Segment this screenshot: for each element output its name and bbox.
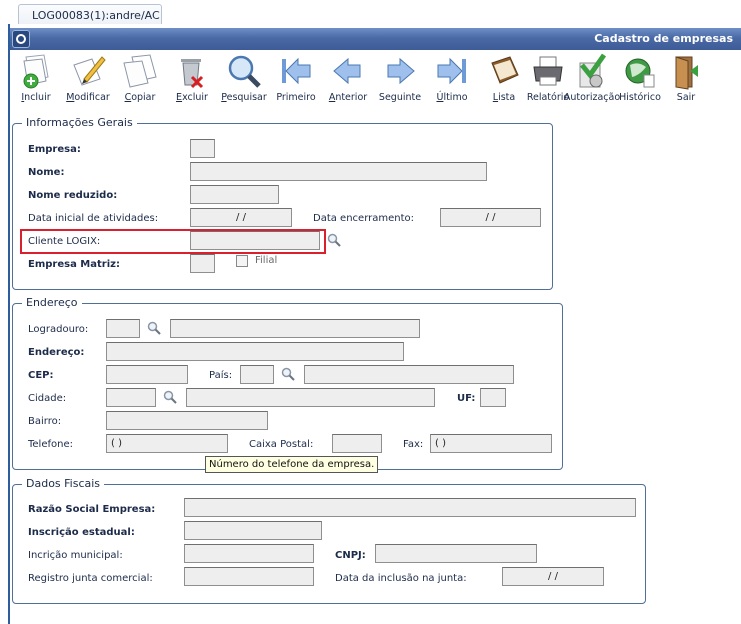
inscricao-municipal-label: Incrição municipal: <box>28 550 123 561</box>
window-title: Cadastro de empresas <box>594 32 733 45</box>
history-globe-icon <box>625 58 655 88</box>
empresa-label: Empresa: <box>28 144 81 155</box>
previous-record-icon <box>333 57 361 85</box>
logradouro-search-icon[interactable] <box>147 321 161 335</box>
edit-document-icon <box>73 56 106 86</box>
cep-field[interactable] <box>106 365 188 384</box>
pais-search-icon[interactable] <box>281 367 295 381</box>
copy-documents-icon <box>123 54 157 88</box>
exit-door-icon <box>675 56 698 90</box>
nome-field[interactable] <box>190 162 487 181</box>
ultimo-button[interactable]: Último <box>426 50 478 106</box>
data-inclusao-label: Data da inclusão na junta: <box>335 573 467 584</box>
copiar-button[interactable]: Copiar <box>114 50 166 106</box>
pais-label: País: <box>209 370 233 381</box>
bairro-label: Bairro: <box>28 416 62 427</box>
first-record-icon <box>282 57 311 85</box>
pais-code-field[interactable] <box>240 365 274 384</box>
fax-label: Fax: <box>403 439 424 450</box>
nome-label: Nome: <box>28 167 65 178</box>
empresa-field[interactable] <box>190 139 215 158</box>
cidade-description-field[interactable] <box>186 388 435 407</box>
data-encerramento-label: Data encerramento: <box>313 213 415 224</box>
add-document-icon <box>23 54 49 89</box>
logradouro-code-field[interactable] <box>106 319 140 338</box>
data-inicial-label: Data inicial de atividades: <box>28 213 159 224</box>
book-list-icon <box>491 56 519 84</box>
filial-checkbox[interactable] <box>236 255 248 267</box>
nome-reduzido-label: Nome reduzido: <box>28 190 118 201</box>
cliente-logix-label: Cliente LOGIX: <box>28 236 101 247</box>
cnpj-field[interactable] <box>375 544 537 563</box>
window-title-bar: Cadastro de empresas <box>10 28 741 50</box>
informacoes-gerais-legend: Informações Gerais <box>22 116 137 129</box>
cliente-logix-field[interactable] <box>190 231 320 250</box>
empresa-matriz-label: Empresa Matriz: <box>28 259 120 270</box>
empresa-matriz-field[interactable] <box>190 254 215 273</box>
telefone-tooltip: Número do telefone da empresa. <box>205 456 379 473</box>
data-inicial-field[interactable]: / / <box>190 208 292 227</box>
razao-social-field[interactable] <box>184 498 636 517</box>
logradouro-description-field[interactable] <box>170 319 420 338</box>
cliente-logix-search-icon[interactable] <box>327 233 341 247</box>
razao-social-label: Razão Social Empresa: <box>28 504 156 515</box>
next-record-icon <box>387 57 415 85</box>
telefone-label: Telefone: <box>28 439 73 450</box>
pais-description-field[interactable] <box>304 365 514 384</box>
cep-label: CEP: <box>28 370 54 381</box>
filial-label: Filial <box>255 255 278 266</box>
registro-junta-label: Registro junta comercial: <box>28 573 153 584</box>
registro-junta-field[interactable] <box>184 567 314 586</box>
fax-field[interactable]: ( ) <box>430 434 552 453</box>
data-inclusao-field[interactable]: / / <box>502 567 604 586</box>
inscricao-estadual-label: Inscrição estadual: <box>28 527 135 538</box>
app-logo-icon <box>12 30 30 48</box>
anterior-button[interactable]: Anterior <box>322 50 374 106</box>
inscricao-estadual-field[interactable] <box>184 521 322 540</box>
endereco-field-label: Endereço: <box>28 347 85 358</box>
sair-button[interactable]: Sair <box>660 50 712 106</box>
uf-field[interactable] <box>480 388 506 407</box>
trash-delete-icon <box>181 59 204 89</box>
last-record-icon <box>437 57 466 85</box>
printer-icon <box>533 56 563 86</box>
primeiro-button[interactable]: Primeiro <box>270 50 322 106</box>
bairro-field[interactable] <box>106 411 268 430</box>
logradouro-label: Logradouro: <box>28 324 89 335</box>
modificar-button[interactable]: Modificar <box>62 50 114 106</box>
seguinte-button[interactable]: Seguinte <box>374 50 426 106</box>
tab-bar: LOG00083(1):andre/AC <box>0 0 741 24</box>
endereco-field[interactable] <box>106 342 404 361</box>
incluir-button[interactable]: Incluir <box>10 50 62 106</box>
cidade-code-field[interactable] <box>106 388 156 407</box>
nome-reduzido-field[interactable] <box>190 185 279 204</box>
dados-fiscais-legend: Dados Fiscais <box>22 477 105 490</box>
cnpj-label: CNPJ: <box>335 550 366 561</box>
excluir-button[interactable]: Excluir <box>166 50 218 106</box>
cidade-search-icon[interactable] <box>163 390 177 404</box>
data-encerramento-field[interactable]: / / <box>440 208 541 227</box>
cidade-label: Cidade: <box>28 393 67 404</box>
tab-log00083[interactable]: LOG00083(1):andre/AC <box>18 4 162 24</box>
endereco-legend: Endereço <box>22 296 82 309</box>
pesquisar-button[interactable]: Pesquisar <box>218 50 270 106</box>
sair-label: Sair <box>676 92 696 103</box>
caixa-postal-label: Caixa Postal: <box>249 439 314 450</box>
magnifier-icon <box>228 55 261 88</box>
inscricao-municipal-field[interactable] <box>184 544 314 563</box>
toolbar: Incluir Modificar Copiar Excluir Pesquis… <box>10 50 741 106</box>
caixa-postal-field[interactable] <box>332 434 382 453</box>
authorization-check-icon <box>579 53 607 88</box>
telefone-field[interactable]: ( ) <box>106 434 228 453</box>
uf-label: UF: <box>457 393 476 404</box>
